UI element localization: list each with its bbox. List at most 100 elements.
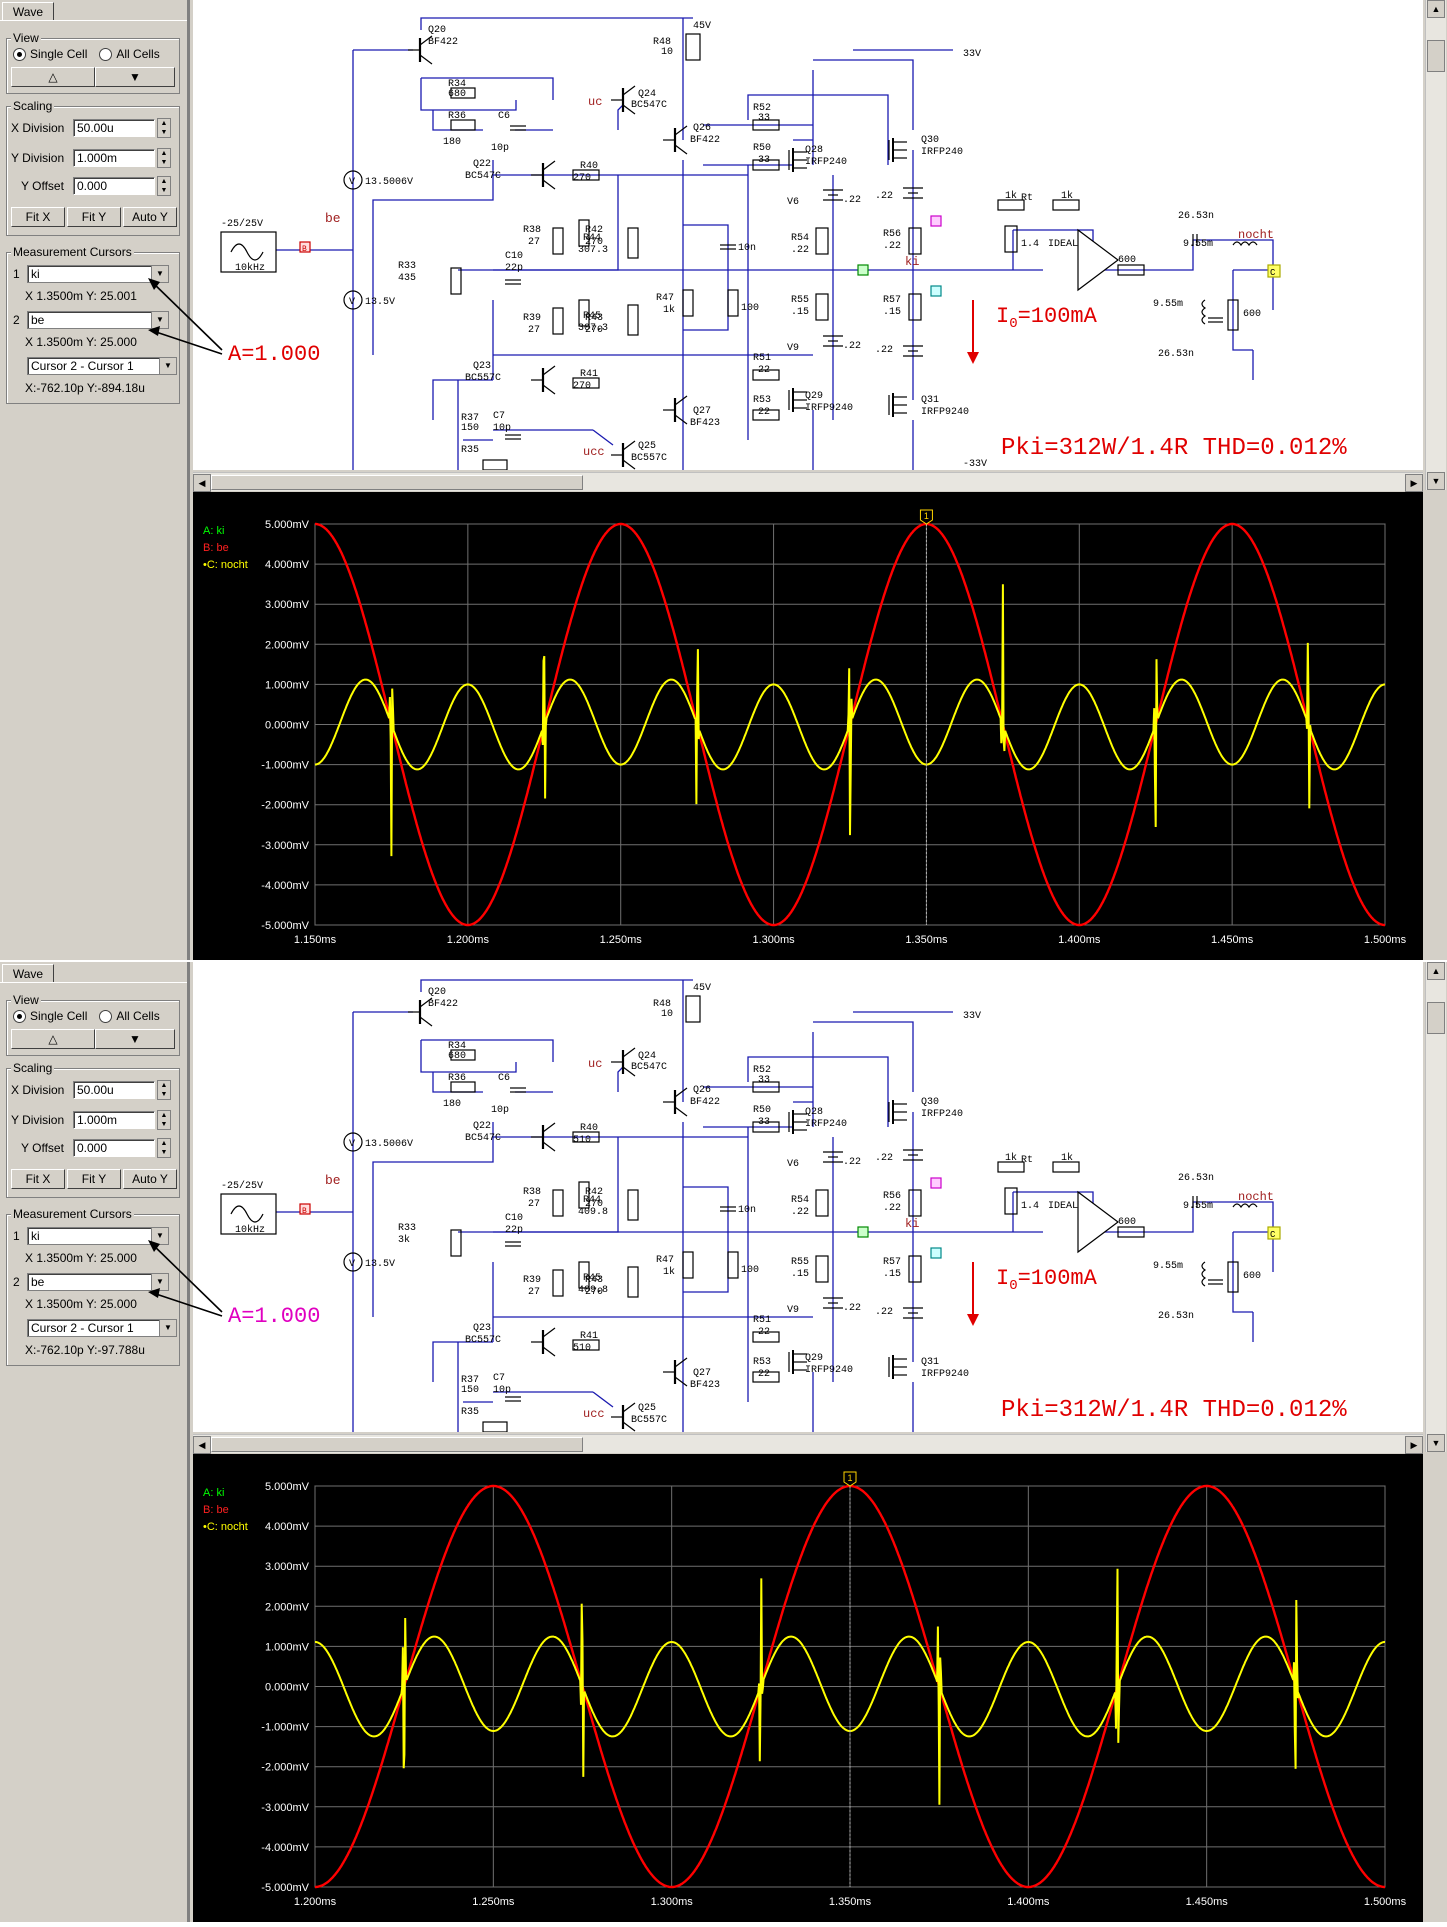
resistor-r38 (552, 1189, 564, 1217)
resistor-r37 (482, 459, 508, 470)
resistor-r44 (627, 227, 639, 259)
vscroll-thumb[interactable] (1427, 40, 1445, 72)
component-label-5: 680 (448, 89, 466, 100)
waveform-chart: 1.150ms 1.200ms 1.250ms 1.300ms 1.350ms 1.400… (203, 509, 1407, 946)
component-label-7: 180 (443, 137, 461, 148)
r45-value: 307.3 (578, 323, 608, 334)
component-label-25: Q23 (473, 1323, 491, 1334)
oscilloscope-plot[interactable]: 1.150ms 1.200ms 1.250ms 1.300ms 1.350ms 1.400… (193, 492, 1423, 960)
component-label-38: 100 (741, 303, 759, 314)
component-label-5: 680 (448, 1051, 466, 1062)
resistor-r100 (727, 1251, 739, 1279)
schematic-vertical-scrollbar[interactable]: ▲ ▼ (1425, 0, 1446, 490)
component-label-81: 9.55m (1153, 299, 1183, 310)
component-label-53: .22 (791, 245, 809, 256)
x-tick-label: 1.200ms (294, 1896, 337, 1908)
scroll-down-arrow-icon[interactable]: ▼ (1427, 1434, 1445, 1452)
resistor-r57 (908, 293, 922, 321)
legend-entry: •C: nocht (203, 1521, 248, 1533)
annotation-arrow-1 (149, 1241, 223, 1313)
component-label-82: 26.53n (1158, 349, 1194, 360)
y-tick-label: 5.000mV (265, 1481, 310, 1493)
component-label-49: IRFP240 (805, 1119, 847, 1130)
scroll-thumb[interactable] (211, 475, 583, 490)
inductor-series (1232, 241, 1258, 247)
component-label-40: Q27 (693, 1368, 711, 1379)
component-label-67: R56 (883, 229, 901, 240)
component-label-48: Q28 (805, 145, 823, 156)
inductor-shunt (1201, 299, 1207, 325)
component-label-40: Q27 (693, 406, 711, 417)
component-label-58: R51 (753, 353, 771, 364)
component-label-47: 33 (758, 1117, 770, 1128)
schematic-vertical-scrollbar[interactable]: ▲ ▼ (1425, 962, 1446, 1452)
scroll-up-arrow-icon[interactable]: ▲ (1427, 0, 1445, 18)
scroll-thumb[interactable] (211, 1437, 583, 1452)
component-label-0: Q20 (428, 25, 446, 36)
x-tick-label: 1.500ms (1364, 934, 1407, 946)
x-tick-label: 1.150ms (294, 934, 337, 946)
component-label-29: C7 (493, 411, 505, 422)
supply-m33v-label: -33V (963, 459, 987, 470)
probe-c-letter: C (1270, 268, 1276, 278)
resistor-r48 (685, 33, 701, 61)
component-label-69: R57 (883, 295, 901, 306)
ideal-opamp-label: IDEAL (1048, 1201, 1078, 1212)
component-label-60: R53 (753, 395, 771, 406)
scroll-down-arrow-icon[interactable]: ▼ (1427, 472, 1445, 490)
resistor-r48 (685, 995, 701, 1023)
x-tick-label: 1.300ms (752, 934, 795, 946)
component-label-13: 27 (528, 1199, 540, 1210)
scroll-up-arrow-icon[interactable]: ▲ (1427, 962, 1445, 980)
component-label-43: BC557C (631, 1415, 667, 1426)
annotation-arrow-1 (149, 279, 223, 351)
component-label-54: R55 (791, 295, 809, 306)
component-label-62: Q29 (805, 1353, 823, 1364)
x-tick-label: 1.350ms (829, 1896, 872, 1908)
component-label-48: Q28 (805, 1107, 823, 1118)
schematic-horizontal-scrollbar[interactable]: ◀ ▶ (193, 472, 1423, 492)
resistor-r56 (908, 227, 922, 255)
schematic-horizontal-scrollbar[interactable]: ◀ ▶ (193, 1434, 1423, 1454)
resistor-r45 (627, 1266, 639, 1298)
component-label-52: R54 (791, 233, 809, 244)
waveform-chart: 1.200ms 1.250ms 1.300ms 1.350ms 1.400ms 1.450… (203, 1471, 1407, 1908)
legend-entry: •C: nocht (203, 559, 248, 571)
component-label-66: .22 (875, 1153, 893, 1164)
scroll-left-arrow-icon[interactable]: ◀ (193, 1436, 211, 1454)
oscilloscope-plot[interactable]: 1.200ms 1.250ms 1.300ms 1.350ms 1.400ms 1.450… (193, 1454, 1423, 1922)
y-tick-label: -4.000mV (261, 880, 309, 892)
y-tick-label: 2.000mV (265, 639, 310, 651)
probe-a-marker (857, 1226, 869, 1238)
probe-d-marker (930, 215, 942, 227)
component-label-7: 180 (443, 1099, 461, 1110)
scroll-right-arrow-icon[interactable]: ▶ (1405, 474, 1423, 492)
component-label-45: 33 (758, 113, 770, 124)
component-label-65: IRFP240 (921, 147, 963, 158)
vscroll-thumb[interactable] (1427, 1002, 1445, 1034)
resistor-r56 (908, 1189, 922, 1217)
annotation-arrow-2 (149, 1291, 223, 1317)
y-tick-label: -2.000mV (261, 800, 309, 812)
scroll-right-arrow-icon[interactable]: ▶ (1405, 1436, 1423, 1454)
wave-pane-top: Wave View Single Cell All Cells △ ▼ Scal… (0, 0, 1447, 960)
scroll-left-arrow-icon[interactable]: ◀ (193, 474, 211, 492)
x-tick-label: 1.450ms (1211, 934, 1254, 946)
supply-33v-label: 33V (963, 1011, 981, 1022)
component-label-18: 22p (505, 263, 523, 274)
resistor-r55 (815, 293, 829, 321)
component-label-21: 27 (528, 325, 540, 336)
component-label-25: Q23 (473, 361, 491, 372)
component-label-37: 1k (663, 304, 675, 316)
y-tick-label: -4.000mV (261, 1842, 309, 1854)
resistor-r45 (627, 304, 639, 336)
component-label-0: Q20 (428, 987, 446, 998)
component-label-61: 22 (758, 407, 770, 418)
q22-type: BC547C (465, 1133, 501, 1144)
supply-45v-label: 45V (693, 983, 711, 994)
y-tick-label: -5.000mV (261, 920, 309, 932)
r41-value: 510 (573, 1343, 591, 1354)
component-label-39: 10n (738, 243, 756, 254)
component-label-19: R33 (398, 1223, 416, 1234)
r44-value: 409.8 (578, 1207, 608, 1218)
